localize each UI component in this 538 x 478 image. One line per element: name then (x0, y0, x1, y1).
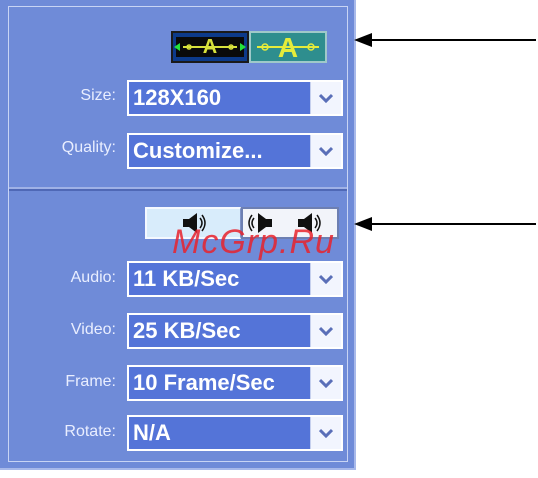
fit-mode-button[interactable]: A (249, 31, 327, 63)
chevron-down-icon (319, 428, 333, 438)
rotate-dropdown[interactable]: N/A (127, 415, 343, 451)
rotate-value: N/A (133, 420, 171, 445)
frame-dropdown[interactable]: 10 Frame/Sec (127, 365, 343, 401)
size-label: Size: (80, 87, 116, 104)
frame-dropdown-arrow[interactable] (310, 367, 341, 399)
rotate-dropdown-arrow[interactable] (310, 417, 341, 449)
stretch-mode-button[interactable]: A (171, 31, 249, 63)
video-dropdown[interactable]: 25 KB/Sec (127, 313, 343, 349)
size-dropdown-arrow[interactable] (310, 82, 341, 114)
quality-dropdown-arrow[interactable] (310, 135, 341, 167)
video-label: Video: (70, 321, 116, 338)
watermark-text: McGrp.Ru (172, 223, 335, 261)
quality-value: Customize... (133, 138, 263, 163)
size-dropdown[interactable]: 128X160 (127, 80, 343, 116)
fit-a-icon: A (257, 33, 319, 61)
audio-label: Audio: (70, 269, 116, 286)
arrow-left-icon (354, 33, 536, 47)
frame-value: 10 Frame/Sec (133, 370, 275, 395)
display-mode-toggle: A A (171, 31, 327, 63)
video-value: 25 KB/Sec (133, 318, 241, 343)
audio-value: 11 KB/Sec (133, 266, 240, 291)
audio-dropdown[interactable]: 11 KB/Sec (127, 261, 343, 297)
arrow-left-icon (354, 217, 536, 231)
svg-text:A: A (278, 33, 298, 61)
chevron-down-icon (319, 93, 333, 103)
chevron-down-icon (319, 326, 333, 336)
stretch-a-icon: A (174, 36, 246, 58)
audio-dropdown-arrow[interactable] (310, 263, 341, 295)
frame-label: Frame: (65, 373, 116, 390)
quality-dropdown[interactable]: Customize... (127, 133, 343, 169)
rotate-label: Rotate: (64, 423, 116, 440)
chevron-down-icon (319, 274, 333, 284)
section-divider (9, 187, 347, 191)
quality-label: Quality: (61, 139, 116, 156)
video-dropdown-arrow[interactable] (310, 315, 341, 347)
chevron-down-icon (319, 378, 333, 388)
chevron-down-icon (319, 146, 333, 156)
svg-text:A: A (203, 36, 217, 58)
size-value: 128X160 (133, 85, 222, 110)
